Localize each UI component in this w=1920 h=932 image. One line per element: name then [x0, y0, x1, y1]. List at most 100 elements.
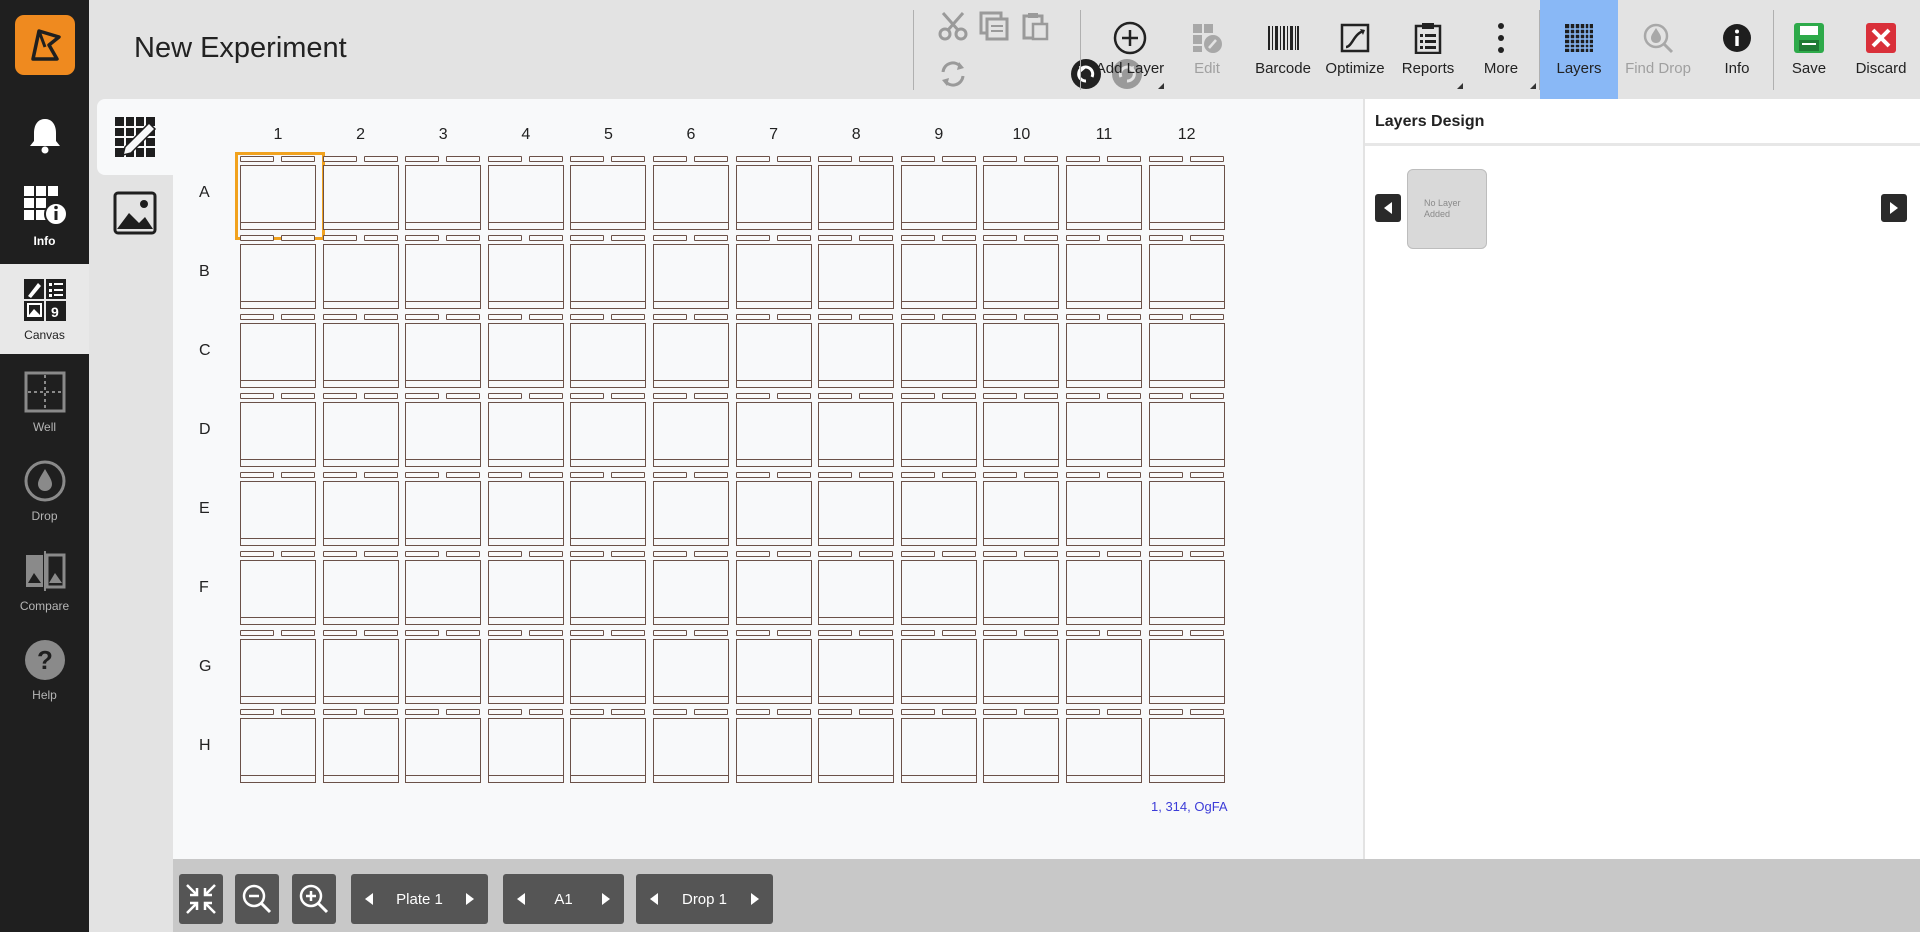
- drop-slot-2[interactable]: [694, 235, 728, 241]
- drop-slot-2[interactable]: [446, 551, 481, 557]
- drop-slot-2[interactable]: [694, 709, 728, 715]
- drop-slot-1[interactable]: [570, 472, 605, 478]
- drop-slot-2[interactable]: [694, 314, 728, 320]
- well-d3[interactable]: [405, 393, 482, 467]
- drop-slot-2[interactable]: [611, 393, 646, 399]
- drop-slot-2[interactable]: [776, 630, 811, 636]
- well-g2[interactable]: [322, 630, 399, 704]
- drop-slot-1[interactable]: [240, 709, 274, 715]
- drop-slot-1[interactable]: [1066, 709, 1100, 715]
- add-layer-button[interactable]: Add Layer: [1092, 0, 1168, 99]
- well-g9[interactable]: [900, 630, 977, 704]
- sync-button[interactable]: [935, 56, 971, 92]
- drop-slot-2[interactable]: [446, 156, 481, 162]
- drop-slot-2[interactable]: [281, 393, 315, 399]
- drop-slot-1[interactable]: [653, 551, 687, 557]
- drop-slot-1[interactable]: [983, 314, 1018, 320]
- well-f8[interactable]: [818, 551, 895, 625]
- nav-help[interactable]: ? Help: [0, 624, 89, 713]
- drop-slot-2[interactable]: [281, 235, 315, 241]
- nav-compare[interactable]: Compare: [0, 535, 89, 624]
- drop-slot-1[interactable]: [405, 630, 440, 636]
- drop-slot-2[interactable]: [281, 156, 315, 162]
- drop-slot-2[interactable]: [1024, 314, 1059, 320]
- drop-slot-1[interactable]: [570, 551, 605, 557]
- well-h5[interactable]: [570, 709, 647, 783]
- well-h6[interactable]: [653, 709, 729, 783]
- well-f9[interactable]: [900, 551, 977, 625]
- well-f10[interactable]: [983, 551, 1060, 625]
- drop-slot-1[interactable]: [240, 156, 274, 162]
- well-c9[interactable]: [900, 314, 977, 388]
- drop-slot-1[interactable]: [322, 472, 357, 478]
- drop-slot-2[interactable]: [941, 156, 976, 162]
- well-h9[interactable]: [900, 709, 977, 783]
- drop-slot-2[interactable]: [446, 709, 481, 715]
- drop-slot-1[interactable]: [735, 551, 770, 557]
- well-d5[interactable]: [570, 393, 647, 467]
- drop-slot-2[interactable]: [611, 630, 646, 636]
- well-e3[interactable]: [405, 472, 482, 546]
- drop-slot-1[interactable]: [1148, 551, 1183, 557]
- drop-slot-2[interactable]: [281, 551, 315, 557]
- drop-slot-2[interactable]: [776, 235, 811, 241]
- drop-slot-1[interactable]: [818, 472, 853, 478]
- well-b11[interactable]: [1066, 235, 1142, 309]
- drop-slot-2[interactable]: [941, 630, 976, 636]
- well-h8[interactable]: [818, 709, 895, 783]
- drop-slot-1[interactable]: [735, 235, 770, 241]
- app-logo[interactable]: [15, 15, 75, 75]
- drop-slot-2[interactable]: [941, 551, 976, 557]
- edit-button[interactable]: Edit: [1172, 0, 1242, 99]
- nav-drop[interactable]: Drop: [0, 445, 89, 534]
- drop-slot-1[interactable]: [570, 314, 605, 320]
- drop-slot-2[interactable]: [528, 314, 563, 320]
- drop-slot-1[interactable]: [818, 393, 853, 399]
- drop-slot-1[interactable]: [1148, 393, 1183, 399]
- well-b9[interactable]: [900, 235, 977, 309]
- drop-slot-1[interactable]: [818, 709, 853, 715]
- well-c7[interactable]: [735, 314, 812, 388]
- drop-slot-1[interactable]: [240, 630, 274, 636]
- drop-slot-2[interactable]: [611, 314, 646, 320]
- well-h1[interactable]: [240, 709, 316, 783]
- drop-slot-1[interactable]: [900, 630, 935, 636]
- well-g5[interactable]: [570, 630, 647, 704]
- well-f12[interactable]: [1148, 551, 1225, 625]
- drop-slot-1[interactable]: [405, 156, 440, 162]
- drop-slot-2[interactable]: [528, 235, 563, 241]
- well-h12[interactable]: [1148, 709, 1225, 783]
- well-e1[interactable]: [240, 472, 316, 546]
- drop-slot-1[interactable]: [818, 235, 853, 241]
- drop-slot-1[interactable]: [322, 709, 357, 715]
- drop-slot-2[interactable]: [1024, 630, 1059, 636]
- drop-slot-2[interactable]: [1189, 551, 1224, 557]
- drop-slot-1[interactable]: [570, 156, 605, 162]
- well-d10[interactable]: [983, 393, 1060, 467]
- drop-slot-2[interactable]: [859, 630, 894, 636]
- drop-slot-2[interactable]: [1024, 472, 1059, 478]
- drop-slot-2[interactable]: [1189, 709, 1224, 715]
- drop-slot-1[interactable]: [570, 235, 605, 241]
- well-b6[interactable]: [653, 235, 729, 309]
- drop-slot-2[interactable]: [859, 235, 894, 241]
- drop-slot-1[interactable]: [322, 630, 357, 636]
- drop-slot-2[interactable]: [363, 709, 398, 715]
- drop-slot-2[interactable]: [363, 472, 398, 478]
- drop-slot-1[interactable]: [322, 314, 357, 320]
- well-g10[interactable]: [983, 630, 1060, 704]
- drop-slot-2[interactable]: [1024, 551, 1059, 557]
- well-c5[interactable]: [570, 314, 647, 388]
- save-button[interactable]: Save: [1773, 0, 1845, 99]
- drop-slot-1[interactable]: [240, 235, 274, 241]
- drop-slot-2[interactable]: [1189, 393, 1224, 399]
- drop-slot-1[interactable]: [405, 472, 440, 478]
- drop-slot-1[interactable]: [1066, 235, 1100, 241]
- well-b4[interactable]: [487, 235, 564, 309]
- drop-slot-1[interactable]: [1148, 235, 1183, 241]
- drop-slot-2[interactable]: [611, 156, 646, 162]
- drop-slot-2[interactable]: [611, 235, 646, 241]
- drop-slot-1[interactable]: [405, 235, 440, 241]
- well-f6[interactable]: [653, 551, 729, 625]
- drop-slot-2[interactable]: [776, 393, 811, 399]
